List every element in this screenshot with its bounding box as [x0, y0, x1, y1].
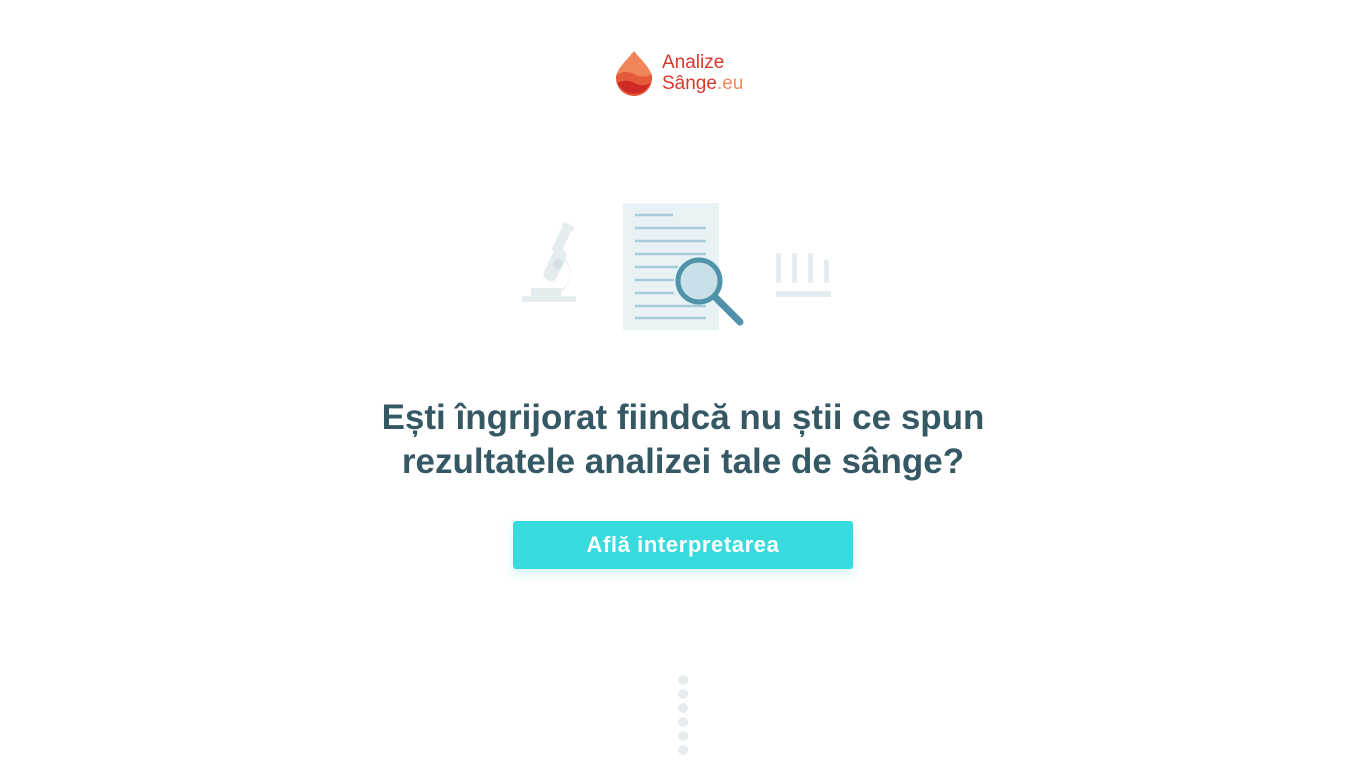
scroll-dot: [678, 731, 688, 741]
logo-wordmark: Analize Sânge.eu: [662, 52, 743, 94]
headline-line-2: rezultatele analizei tale de sânge?: [401, 442, 965, 481]
logo-line-2-main: Sânge: [662, 73, 717, 94]
scroll-dot: [678, 745, 688, 755]
landing-page: Analize Sânge.eu Ești îngrijorat fiindcă…: [0, 0, 1366, 768]
site-logo[interactable]: Analize Sânge.eu: [614, 50, 743, 96]
scroll-dot: [678, 703, 688, 713]
hero-illustration: [522, 203, 831, 330]
hero-headline: Ești îngrijorat fiindcă nu știi ce spun …: [283, 396, 1083, 484]
scroll-dot: [678, 675, 688, 685]
scroll-down-indicator[interactable]: [677, 675, 689, 759]
headline-line-1: Ești îngrijorat fiindcă nu știi ce spun: [381, 398, 985, 437]
scroll-dot: [678, 717, 688, 727]
scroll-dot: [678, 689, 688, 699]
microscope-icon: [522, 222, 576, 302]
test-tubes-icon: [776, 253, 831, 297]
logo-line-2: Sânge.eu: [662, 73, 743, 94]
logo-line-1: Analize: [662, 52, 725, 73]
find-interpretation-button[interactable]: Află interpretarea: [513, 521, 853, 569]
blood-drop-icon: [616, 51, 652, 96]
logo-domain-suffix: .eu: [716, 73, 744, 94]
